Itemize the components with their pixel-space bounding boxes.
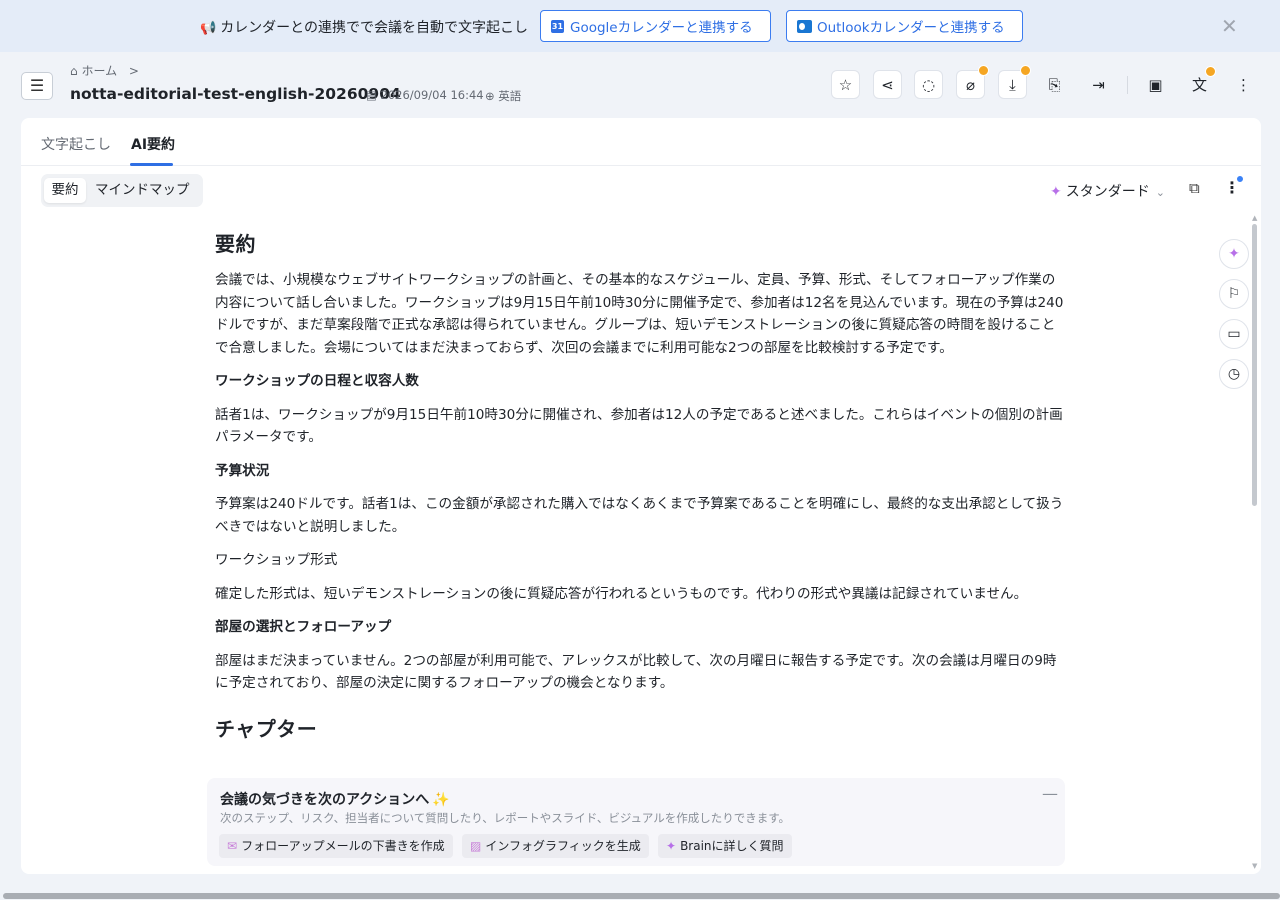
star-icon[interactable]: ☆: [831, 70, 860, 99]
breadcrumb: ⌂ ホーム >: [70, 62, 139, 79]
tab-ai-summary[interactable]: AI要約: [131, 134, 175, 154]
breadcrumb-home[interactable]: ホーム: [81, 64, 117, 78]
calendar-icon: ▤: [366, 88, 377, 102]
more-icon[interactable]: ⋮: [1229, 70, 1258, 99]
search-icon[interactable]: ◌: [914, 70, 943, 99]
translate-icon[interactable]: 文: [1185, 66, 1216, 99]
template-label: スタンダード: [1065, 184, 1150, 200]
outlook-calendar-button[interactable]: Outlookカレンダーと連携する: [786, 10, 1023, 42]
action-panel: 会議の気づきを次のアクションへ ✨ 次のステップ、リスク、担当者について質問したり…: [207, 778, 1065, 866]
attachment-icon[interactable]: ⌀: [956, 65, 989, 99]
google-calendar-button[interactable]: 31 Googleカレンダーと連携する: [540, 10, 771, 42]
view-switcher: 要約 マインドマップ: [41, 174, 203, 207]
sparkle-icon: ✦: [1050, 184, 1062, 200]
attachment-badge: [978, 65, 989, 76]
action-title: 会議の気づきを次のアクションへ ✨: [220, 789, 450, 809]
chip-label: フォローアップメールの下書きを作成: [241, 839, 445, 853]
export-icon[interactable]: ⎘: [1040, 70, 1069, 99]
outlook-icon: [797, 19, 812, 33]
language-text: 英語: [498, 89, 522, 103]
outlook-calendar-label: Outlookカレンダーと連携する: [817, 20, 1005, 36]
toolbar-divider: [1127, 76, 1128, 94]
summary-content: 要約 会議では、小規模なウェブサイトワークショップの計画と、その基本的なスケジュ…: [215, 228, 1065, 754]
chip-label: インフォグラフィックを生成: [485, 839, 641, 853]
action-subtitle: 次のステップ、リスク、担当者について質問したり、レポートやスライド、ビジュアルを…: [220, 811, 791, 825]
copy-icon[interactable]: ⧉: [1189, 179, 1200, 197]
draft-email-button[interactable]: ✉ フォローアップメールの下書きを作成: [219, 834, 453, 858]
date-meta: ▤ 2026/09/04 16:44: [366, 88, 484, 102]
section-body: 確定した形式は、短いデモンストレーションの後に質疑応答が行われるというものです。…: [215, 585, 1028, 602]
chapter-heading: チャプター: [215, 716, 318, 741]
header: ☰ ⌂ ホーム > notta-editorial-test-english-2…: [0, 52, 1280, 118]
collapse-icon[interactable]: —: [1042, 784, 1058, 803]
ask-brain-button[interactable]: ✦ Brainに詳しく質問: [658, 834, 792, 858]
tab-bar: 文字起こし AI要約: [21, 118, 1261, 166]
section-title: 部屋の選択とフォローアップ: [215, 619, 392, 635]
ai-sparkle-icon[interactable]: ✦: [1219, 239, 1249, 269]
home-icon: ⌂: [70, 64, 78, 78]
move-icon[interactable]: ⇥: [1084, 70, 1113, 99]
tab-active-indicator: [130, 163, 173, 166]
calendar-banner: 📢 カレンダーとの連携でで会議を自動で文字起こし 31 Googleカレンダーと連携…: [0, 0, 1280, 52]
view-mindmap[interactable]: マインドマップ: [95, 178, 190, 203]
section-title: ワークショップ形式: [215, 552, 338, 568]
download-icon[interactable]: ⤓: [998, 65, 1031, 99]
section-body: 予算案は240ドルです。話者1は、この金額が承認された購入ではなくあくまで予算案…: [215, 496, 1064, 535]
chevron-down-icon: ⌄: [1155, 186, 1165, 199]
bookmark-icon[interactable]: ⚐: [1219, 279, 1249, 309]
main-card: 文字起こし AI要約 要約 マインドマップ ✦ スタンダード ⌄ ⧉ ⋮ ✦ ⚐ ▭…: [21, 118, 1261, 874]
share-icon[interactable]: ⋖: [873, 70, 902, 99]
email-icon: ✉: [227, 839, 238, 853]
summary-heading: 要約: [215, 232, 256, 256]
google-calendar-label: Googleカレンダーと連携する: [570, 20, 753, 36]
tab-transcript[interactable]: 文字起こし: [41, 134, 111, 154]
notification-dot: [1236, 175, 1244, 183]
summary-intro: 会議では、小規模なウェブサイトワークショップの計画と、その基本的なスケジュール、…: [215, 272, 1064, 356]
infographic-button[interactable]: ▨ インフォグラフィックを生成: [462, 834, 649, 858]
scroll-down-arrow[interactable]: ▼: [1252, 862, 1257, 870]
banner-message: 📢 カレンダーとの連携でで会議を自動で文字起こし: [200, 17, 528, 37]
banner-text: カレンダーとの連携でで会議を自動で文字起こし: [220, 20, 529, 36]
breadcrumb-separator: >: [128, 64, 139, 78]
save-icon[interactable]: ▣: [1141, 70, 1170, 99]
comment-icon[interactable]: ▭: [1219, 319, 1249, 349]
section-title: ワークショップの日程と収容人数: [215, 373, 419, 389]
google-calendar-icon: 31: [551, 19, 564, 33]
close-icon[interactable]: ✕: [1221, 14, 1238, 38]
translate-badge: [1205, 66, 1216, 77]
vertical-scrollbar[interactable]: [1252, 224, 1257, 506]
menu-button[interactable]: ☰: [21, 72, 53, 100]
page-title: notta-editorial-test-english-20260904: [70, 85, 401, 103]
horizontal-scrollbar[interactable]: [3, 893, 1280, 899]
section-body: 部屋はまだ決まっていません。2つの部屋が利用可能で、アレックスが比較して、次の月…: [215, 652, 1057, 692]
image-icon: ▨: [470, 839, 482, 853]
chip-label: Brainに詳しく質問: [680, 839, 784, 853]
sparkle-icon: ✦: [666, 839, 677, 853]
scroll-up-arrow[interactable]: ▲: [1252, 214, 1257, 222]
action-title-text: 会議の気づきを次のアクションへ: [220, 792, 430, 808]
template-select[interactable]: ✦ スタンダード ⌄: [1050, 181, 1165, 201]
section-body: 話者1は、ワークショップが9月15日午前10時30分に開催され、参加者は12人の…: [215, 406, 1063, 446]
megaphone-icon: 📢: [200, 21, 217, 36]
sparkle-icon: ✨: [432, 792, 450, 808]
language-meta[interactable]: ⊕ 英語: [485, 88, 521, 104]
history-icon[interactable]: ◷: [1219, 359, 1249, 389]
download-badge: [1020, 65, 1031, 76]
section-title: 予算状況: [215, 462, 270, 479]
date-text: 2026/09/04 16:44: [380, 88, 484, 102]
globe-icon: ⊕: [485, 89, 495, 103]
view-summary[interactable]: 要約: [44, 178, 86, 203]
